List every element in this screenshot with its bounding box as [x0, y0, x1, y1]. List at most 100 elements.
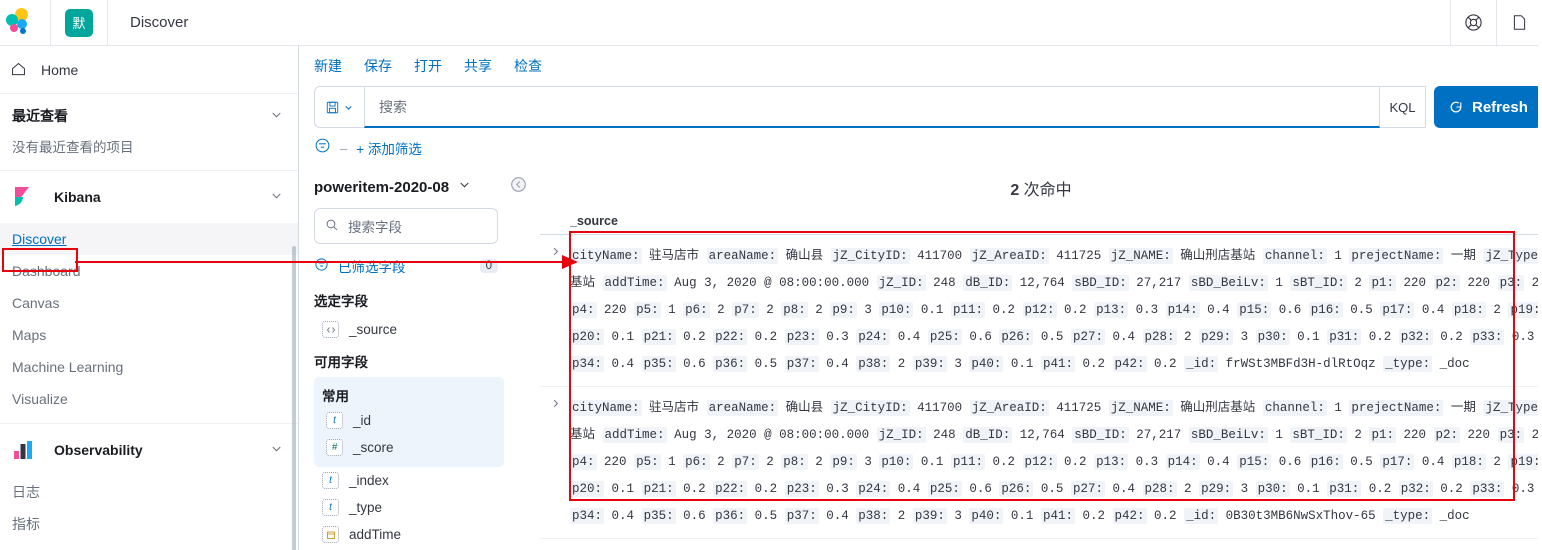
column-header-source: _source [540, 210, 1542, 235]
search-input[interactable]: 搜索 [364, 86, 1380, 128]
field-key: jZ_AreaID: [969, 400, 1049, 416]
open-button[interactable]: 打开 [414, 56, 442, 76]
saved-query-button[interactable] [314, 86, 364, 128]
chevron-right-icon[interactable] [540, 395, 570, 530]
query-bar: 搜索 KQL Refresh [300, 86, 1542, 128]
field-name: _id [353, 413, 372, 428]
field-value: 基站 [570, 428, 596, 442]
field-value: 0.2 [1154, 509, 1177, 523]
refresh-button[interactable]: Refresh [1434, 86, 1542, 128]
field-key: p42: [1112, 356, 1147, 372]
field-value: 0.2 [1368, 330, 1392, 344]
sidebar-item-metrics[interactable]: 指标 [0, 508, 298, 540]
field-value: 2 [1493, 303, 1501, 317]
field-key: p12: [1022, 454, 1057, 470]
field-value: 0.1 [611, 330, 635, 344]
nav-group-kibana[interactable]: Kibana [0, 171, 298, 223]
nav-scrollbar[interactable] [292, 246, 296, 550]
field-key: p33: [1470, 481, 1505, 497]
field-value: 确山县 [785, 401, 824, 415]
field-value: 1 [1275, 428, 1283, 442]
chevron-down-icon[interactable] [269, 107, 284, 125]
field-value: 0.5 [754, 509, 778, 523]
recently-viewed-empty: 没有最近查看的项目 [12, 140, 134, 155]
collapse-left-icon[interactable] [510, 176, 527, 198]
field-key: p1: [1369, 427, 1396, 443]
field-key: addTime: [602, 427, 667, 443]
filter-list-icon[interactable] [314, 137, 331, 159]
field-item-id[interactable]: t _id [318, 407, 504, 434]
field-key: p16: [1308, 302, 1343, 318]
index-pattern-selector[interactable]: poweritem-2020-08 [314, 164, 540, 208]
sidebar-item-canvas[interactable]: Canvas [0, 287, 298, 319]
field-key: p30: [1255, 329, 1290, 345]
field-value: 2 [897, 509, 906, 523]
field-key: sBD_BeiLv: [1188, 275, 1268, 291]
sidebar-item-logs[interactable]: 日志 [0, 476, 298, 508]
field-value: 3 [954, 357, 962, 371]
field-item-score[interactable]: # _score [318, 434, 504, 461]
field-item-index[interactable]: t _index [314, 467, 540, 494]
nav-group-observability[interactable]: Observability [0, 424, 298, 476]
field-key: addTime: [602, 275, 667, 291]
query-language-button[interactable]: KQL [1380, 86, 1426, 128]
field-value: 确山县 [785, 249, 824, 263]
field-key: p42: [1112, 508, 1147, 524]
sidebar-item-machine-learning[interactable]: Machine Learning [0, 351, 298, 383]
field-key: p21: [641, 481, 676, 497]
field-value: 0.2 [683, 330, 706, 344]
lifebuoy-help-icon[interactable] [1450, 0, 1496, 46]
field-value: 3 [1240, 482, 1249, 496]
field-key: p29: [1199, 329, 1234, 345]
source-line: 基站 addTime: Aug 3, 2020 @ 08:00:00.000 j… [570, 270, 1542, 297]
new-button[interactable]: 新建 [314, 56, 342, 76]
sidebar-item-discover[interactable]: Discover [0, 223, 298, 255]
field-value: 220 [1467, 428, 1491, 442]
field-value: 0.4 [897, 482, 921, 496]
share-button[interactable]: 共享 [464, 56, 492, 76]
field-key: p18: [1451, 454, 1486, 470]
field-item-addtime[interactable]: addTime [314, 521, 540, 548]
filter-fields-button[interactable]: 已筛选字段 0 [314, 244, 498, 282]
elastic-logo-icon[interactable] [6, 7, 36, 38]
inspect-button[interactable]: 检查 [514, 56, 542, 76]
space-avatar[interactable]: 默 [65, 8, 93, 37]
field-key: p24: [856, 481, 891, 497]
field-value: 0.2 [1440, 330, 1463, 344]
string-type-icon: t [322, 472, 339, 489]
chevron-down-icon[interactable] [457, 177, 472, 197]
field-item-type[interactable]: t _type [314, 494, 540, 521]
chevron-down-icon[interactable] [269, 188, 284, 206]
nav-item-home[interactable]: Home [0, 46, 298, 94]
divider [107, 0, 108, 46]
chevron-right-icon[interactable] [540, 243, 570, 378]
save-button[interactable]: 保存 [364, 56, 392, 76]
chevron-down-icon[interactable] [269, 441, 284, 459]
recently-viewed-header[interactable]: 最近查看 [0, 94, 298, 132]
field-key: p23: [784, 481, 819, 497]
field-key: p22: [713, 329, 748, 345]
page-icon[interactable] [1496, 0, 1542, 46]
add-filter-button[interactable]: + 添加筛选 [356, 138, 422, 158]
string-type-icon: t [322, 499, 339, 516]
sidebar-item-visualize[interactable]: Visualize [0, 383, 298, 415]
table-row[interactable]: cityName: 驻马店市 areaName: 确山县 jZ_CityID: … [540, 387, 1542, 539]
number-type-icon: # [326, 439, 343, 456]
field-key: p5: [634, 454, 661, 470]
sidebar-item-dashboard[interactable]: Dashboard [0, 255, 298, 287]
field-value: 12,764 [1019, 276, 1065, 290]
field-key: p24: [856, 329, 891, 345]
source-cell: cityName: 驻马店市 areaName: 确山县 jZ_CityID: … [570, 395, 1542, 530]
field-key: cityName: [570, 248, 642, 264]
field-value: 2 [897, 357, 906, 371]
field-item-source[interactable]: _source [314, 316, 540, 343]
table-row[interactable]: cityName: 驻马店市 areaName: 确山县 jZ_CityID: … [540, 235, 1542, 387]
field-key: sBT_ID: [1290, 275, 1347, 291]
field-key: p14: [1165, 454, 1200, 470]
field-key: channel: [1262, 400, 1327, 416]
sidebar-item-maps[interactable]: Maps [0, 319, 298, 351]
field-name: _source [349, 322, 398, 337]
field-key: jZ_AreaID: [969, 248, 1049, 264]
field-search-input[interactable]: 搜索字段 [314, 208, 498, 244]
field-value: 220 [604, 455, 627, 469]
